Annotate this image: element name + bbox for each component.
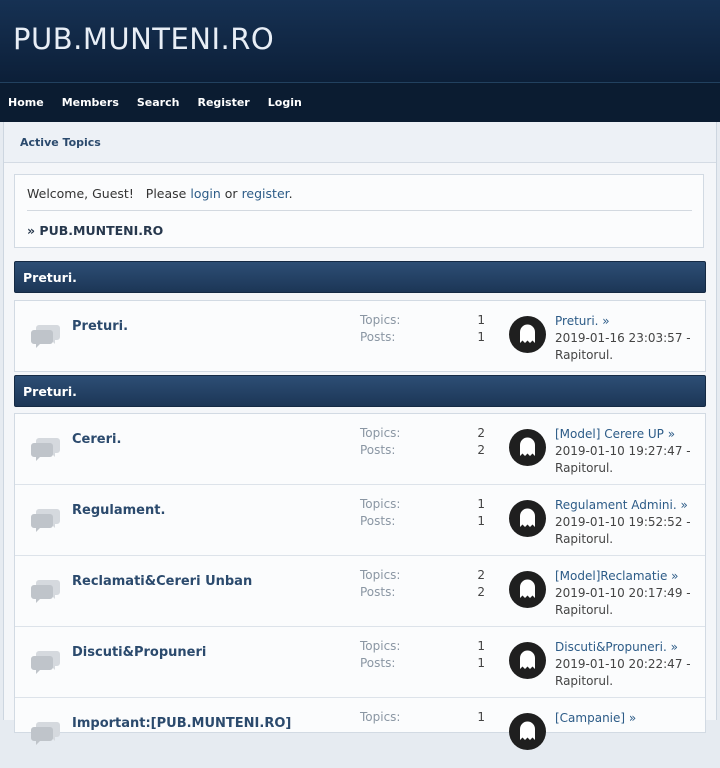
topics-count: 1 (477, 313, 485, 327)
main-nav: Home Members Search Register Login (0, 82, 720, 122)
posts-count: 2 (477, 585, 485, 599)
category-header[interactable]: Preturi. (14, 261, 706, 293)
last-post-author: Rapitorul. (555, 603, 614, 617)
board-name[interactable]: Regulament. (72, 503, 165, 518)
ghost-avatar-icon (509, 713, 546, 750)
topics-count: 2 (477, 426, 485, 440)
last-post-author: Rapitorul. (555, 461, 614, 475)
board-name[interactable]: Important:[PUB.MUNTENI.RO] (72, 716, 291, 731)
topics-label: Topics: (360, 710, 401, 724)
last-post-info: [Campanie] » (555, 710, 705, 727)
last-post-author: Rapitorul. (555, 532, 614, 546)
last-post-link[interactable]: Discuti&Propuneri. » (555, 640, 678, 654)
breadcrumb[interactable]: » PUB.MUNTENI.RO (27, 223, 163, 238)
board-chat-icon (31, 580, 60, 603)
board-chat-icon (31, 651, 60, 674)
last-post-date: 2019-01-16 23:03:57 - (555, 331, 691, 345)
board-name[interactable]: Preturi. (72, 319, 128, 334)
last-post-date: 2019-01-10 19:52:52 - (555, 515, 691, 529)
welcome-or: or (224, 186, 238, 201)
board-row: Preturi. Topics: 1 Posts: 1 Preturi. » 2… (15, 301, 705, 371)
site-title[interactable]: PUB.MUNTENI.RO (13, 22, 274, 56)
posts-count: 1 (477, 656, 485, 670)
last-post-info: Discuti&Propuneri. » 2019-01-10 20:22:47… (555, 639, 705, 690)
board-chat-icon (31, 509, 60, 532)
last-post-info: Preturi. » 2019-01-16 23:03:57 - Rapitor… (555, 313, 705, 364)
last-post-link[interactable]: Preturi. » (555, 314, 610, 328)
ghost-avatar-icon (509, 429, 546, 466)
board-chat-icon (31, 325, 60, 348)
ghost-avatar-icon (509, 316, 546, 353)
topics-count: 1 (477, 639, 485, 653)
board-row: Discuti&Propuneri Topics: 1 Posts: 1 Dis… (15, 627, 705, 698)
last-post-info: [Model]Reclamatie » 2019-01-10 20:17:49 … (555, 568, 705, 619)
sub-nav: Active Topics (4, 122, 716, 163)
welcome-box: Welcome, Guest! Please login or register… (14, 174, 704, 248)
board-row: Important:[PUB.MUNTENI.RO] Topics: 1 [Ca… (15, 698, 705, 768)
ghost-avatar-icon (509, 500, 546, 537)
login-link[interactable]: login (190, 186, 220, 201)
last-post-link[interactable]: [Model] Cerere UP » (555, 427, 675, 441)
posts-label: Posts: (360, 514, 396, 528)
posts-label: Posts: (360, 443, 396, 457)
board-row: Cereri. Topics: 2 Posts: 2 [Model] Cerer… (15, 414, 705, 485)
site-header: PUB.MUNTENI.RO (0, 0, 720, 82)
topics-label: Topics: (360, 497, 401, 511)
posts-label: Posts: (360, 585, 396, 599)
board-name[interactable]: Reclamati&Cereri Unban (72, 574, 252, 589)
welcome-greeting: Welcome, Guest! (27, 186, 134, 201)
board-name[interactable]: Discuti&Propuneri (72, 645, 206, 660)
board-row: Regulament. Topics: 1 Posts: 1 Regulamen… (15, 485, 705, 556)
topics-count: 2 (477, 568, 485, 582)
last-post-info: Regulament Admini. » 2019-01-10 19:52:52… (555, 497, 705, 548)
last-post-author: Rapitorul. (555, 348, 614, 362)
nav-register[interactable]: Register (197, 96, 249, 109)
last-post-date: 2019-01-10 19:27:47 - (555, 444, 691, 458)
board-chat-icon (31, 722, 60, 745)
board-list: Cereri. Topics: 2 Posts: 2 [Model] Cerer… (14, 413, 706, 750)
topics-label: Topics: (360, 426, 401, 440)
last-post-link[interactable]: [Model]Reclamatie » (555, 569, 678, 583)
ghost-avatar-icon (509, 642, 546, 679)
board-name[interactable]: Cereri. (72, 432, 121, 447)
welcome-please: Please (145, 186, 187, 201)
posts-count: 2 (477, 443, 485, 457)
posts-label: Posts: (360, 656, 396, 670)
welcome-period: . (288, 186, 293, 201)
last-post-author: Rapitorul. (555, 674, 614, 688)
last-post-date: 2019-01-10 20:17:49 - (555, 586, 691, 600)
divider (27, 210, 692, 211)
category-header[interactable]: Preturi. (14, 375, 706, 407)
posts-label: Posts: (360, 330, 396, 344)
posts-count: 1 (477, 330, 485, 344)
ghost-avatar-icon (509, 571, 546, 608)
nav-members[interactable]: Members (62, 96, 119, 109)
nav-search[interactable]: Search (137, 96, 180, 109)
topics-label: Topics: (360, 313, 401, 327)
board-row: Reclamati&Cereri Unban Topics: 2 Posts: … (15, 556, 705, 627)
last-post-date: 2019-01-10 20:22:47 - (555, 657, 691, 671)
topics-count: 1 (477, 497, 485, 511)
topics-count: 1 (477, 710, 485, 724)
last-post-link[interactable]: [Campanie] » (555, 711, 636, 725)
welcome-message: Welcome, Guest! Please login or register… (27, 186, 293, 201)
active-topics-link[interactable]: Active Topics (20, 136, 101, 149)
nav-home[interactable]: Home (8, 96, 44, 109)
last-post-info: [Model] Cerere UP » 2019-01-10 19:27:47 … (555, 426, 705, 477)
register-link[interactable]: register (242, 186, 289, 201)
content-wrapper: Active Topics Welcome, Guest! Please log… (3, 122, 717, 750)
nav-login[interactable]: Login (268, 96, 302, 109)
board-chat-icon (31, 438, 60, 461)
topics-label: Topics: (360, 568, 401, 582)
posts-count: 1 (477, 514, 485, 528)
board-list: Preturi. Topics: 1 Posts: 1 Preturi. » 2… (14, 300, 706, 372)
last-post-link[interactable]: Regulament Admini. » (555, 498, 688, 512)
topics-label: Topics: (360, 639, 401, 653)
